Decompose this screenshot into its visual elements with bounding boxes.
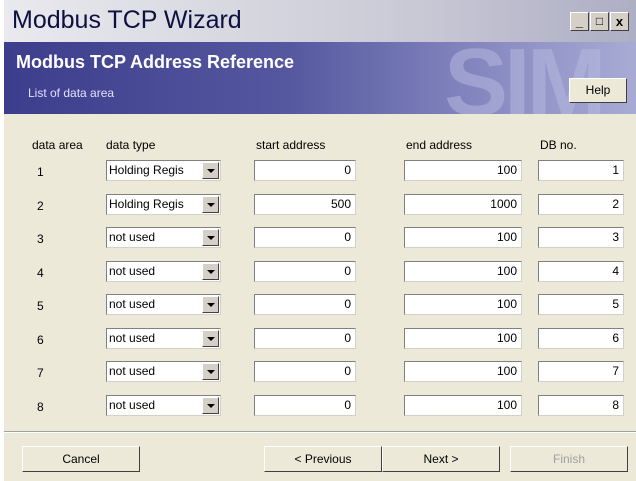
end-address-input[interactable]: 100: [404, 328, 522, 349]
data-type-value: not used: [109, 230, 156, 244]
data-type-value: not used: [109, 331, 156, 345]
data-area-number: 1: [37, 165, 44, 179]
end-address-input[interactable]: 100: [404, 160, 522, 181]
chevron-down-icon: [207, 404, 215, 408]
start-address-input[interactable]: 0: [254, 160, 356, 181]
data-area-number: 7: [37, 366, 44, 380]
dropdown-button[interactable]: [202, 330, 219, 347]
chevron-down-icon: [207, 270, 215, 274]
page-title: Modbus TCP Address Reference: [16, 52, 295, 72]
data-type-select[interactable]: not used: [106, 328, 221, 349]
start-address-input[interactable]: 0: [254, 227, 356, 248]
start-address-input[interactable]: 500: [254, 194, 356, 215]
dropdown-button[interactable]: [202, 229, 219, 246]
dropdown-button[interactable]: [202, 397, 219, 414]
chevron-down-icon: [207, 236, 215, 240]
next-button[interactable]: Next >: [382, 446, 500, 472]
data-area-number: 6: [37, 333, 44, 347]
column-header-data-area: data area: [32, 138, 83, 152]
start-address-input[interactable]: 0: [254, 328, 356, 349]
maximize-button[interactable]: □: [590, 12, 609, 31]
db-number-input[interactable]: 6: [538, 328, 624, 349]
data-type-value: not used: [109, 364, 156, 378]
db-number-input[interactable]: 7: [538, 361, 624, 382]
title-bar[interactable]: Modbus TCP Wizard _ □ x: [4, 0, 636, 42]
end-address-input[interactable]: 100: [404, 294, 522, 315]
help-button[interactable]: Help: [569, 78, 627, 103]
column-header-db-no: DB no.: [540, 138, 577, 152]
page-subtitle: List of data area: [28, 86, 115, 100]
data-area-number: 8: [37, 400, 44, 414]
end-address-input[interactable]: 1000: [404, 194, 522, 215]
data-type-value: not used: [109, 264, 156, 278]
data-type-value: Holding Regis: [109, 163, 184, 177]
db-number-input[interactable]: 4: [538, 261, 624, 282]
chevron-down-icon: [207, 303, 215, 307]
header-banner: SIM Modbus TCP Address Reference List of…: [4, 42, 636, 114]
column-header-data-type: data type: [106, 138, 156, 152]
db-number-input[interactable]: 1: [538, 160, 624, 181]
end-address-input[interactable]: 100: [404, 395, 522, 416]
data-type-select[interactable]: Holding Regis: [106, 160, 221, 181]
data-area-number: 2: [37, 199, 44, 213]
data-type-select[interactable]: not used: [106, 294, 221, 315]
end-address-input[interactable]: 100: [404, 227, 522, 248]
minimize-button[interactable]: _: [570, 12, 589, 31]
data-type-select[interactable]: not used: [106, 395, 221, 416]
data-type-select[interactable]: not used: [106, 261, 221, 282]
close-button[interactable]: x: [610, 12, 629, 31]
data-area-number: 5: [37, 299, 44, 313]
dropdown-button[interactable]: [202, 296, 219, 313]
finish-button[interactable]: Finish: [510, 446, 628, 472]
start-address-input[interactable]: 0: [254, 361, 356, 382]
data-type-select[interactable]: not used: [106, 227, 221, 248]
start-address-input[interactable]: 0: [254, 294, 356, 315]
chevron-down-icon: [207, 370, 215, 374]
db-number-input[interactable]: 3: [538, 227, 624, 248]
window-title: Modbus TCP Wizard: [12, 6, 242, 34]
end-address-input[interactable]: 100: [404, 361, 522, 382]
previous-button[interactable]: < Previous: [264, 446, 382, 472]
cancel-button[interactable]: Cancel: [22, 446, 140, 472]
wizard-window: Modbus TCP Wizard _ □ x SIM Modbus TCP A…: [4, 0, 636, 481]
data-type-value: not used: [109, 297, 156, 311]
chevron-down-icon: [207, 169, 215, 173]
start-address-input[interactable]: 0: [254, 395, 356, 416]
data-area-number: 4: [37, 266, 44, 280]
footer-divider: [4, 431, 636, 433]
dropdown-button[interactable]: [202, 263, 219, 280]
data-type-value: not used: [109, 398, 156, 412]
db-number-input[interactable]: 2: [538, 194, 624, 215]
data-type-value: Holding Regis: [109, 197, 184, 211]
start-address-input[interactable]: 0: [254, 261, 356, 282]
chevron-down-icon: [207, 337, 215, 341]
end-address-input[interactable]: 100: [404, 261, 522, 282]
data-area-number: 3: [37, 232, 44, 246]
data-type-select[interactable]: not used: [106, 361, 221, 382]
db-number-input[interactable]: 8: [538, 395, 624, 416]
dropdown-button[interactable]: [202, 162, 219, 179]
column-header-start-address: start address: [256, 138, 326, 152]
data-type-select[interactable]: Holding Regis: [106, 194, 221, 215]
column-header-end-address: end address: [406, 138, 473, 152]
dropdown-button[interactable]: [202, 363, 219, 380]
dropdown-button[interactable]: [202, 196, 219, 213]
db-number-input[interactable]: 5: [538, 294, 624, 315]
chevron-down-icon: [207, 203, 215, 207]
